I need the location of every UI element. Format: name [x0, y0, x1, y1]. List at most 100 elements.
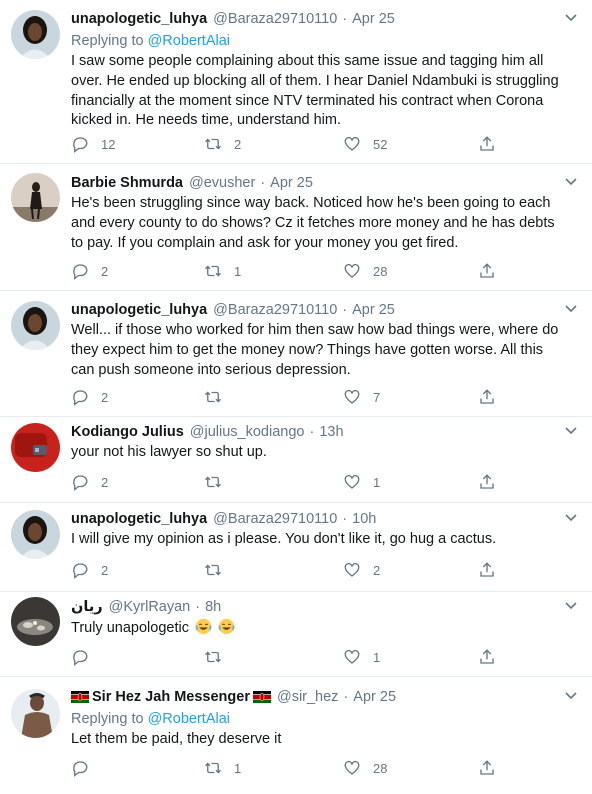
user-handle[interactable]: @Baraza29710110: [213, 10, 337, 28]
tweet-text: I will give my opinion as i please. You …: [71, 531, 497, 547]
reply-button[interactable]: 2: [71, 561, 108, 579]
tweet[interactable]: unapologetic_luhya @Baraza29710110 · 10h…: [0, 503, 592, 592]
tweet[interactable]: Barbie Shmurda @evusher · Apr 25 He's be…: [0, 164, 592, 291]
share-button[interactable]: [478, 388, 508, 406]
chevron-down-icon[interactable]: [564, 304, 578, 314]
timestamp[interactable]: 13h: [319, 423, 343, 441]
tweet[interactable]: unapologetic_luhya @Baraza29710110 · Apr…: [0, 0, 592, 164]
retweet-button[interactable]: [204, 388, 234, 406]
retweet-button[interactable]: [204, 561, 234, 579]
timestamp[interactable]: Apr 25: [270, 174, 313, 192]
kenya-flag-icon: [252, 691, 271, 703]
user-handle[interactable]: @evusher: [189, 174, 255, 192]
face-with-tears-of-joy-icon: [218, 618, 235, 635]
like-count: 1: [373, 474, 381, 490]
avatar[interactable]: [11, 510, 60, 559]
display-name[interactable]: Sir Hez Jah Messenger: [92, 688, 250, 706]
like-button[interactable]: 1: [343, 473, 380, 491]
display-name[interactable]: Kodiango Julius: [71, 423, 184, 441]
replying-to: Replying to @RobertAlai: [71, 32, 566, 50]
like-count: 2: [373, 562, 381, 578]
avatar[interactable]: [11, 597, 60, 646]
user-handle[interactable]: @Baraza29710110: [213, 510, 337, 528]
reply-count: 12: [101, 136, 116, 152]
avatar[interactable]: [11, 689, 60, 738]
like-button[interactable]: 28: [343, 759, 387, 777]
retweet-button[interactable]: [204, 648, 234, 666]
tweet[interactable]: unapologetic_luhya @Baraza29710110 · Apr…: [0, 291, 592, 417]
share-button[interactable]: [478, 648, 508, 666]
like-button[interactable]: 28: [343, 262, 387, 280]
display-name[interactable]: ريان: [71, 598, 103, 616]
mention-link[interactable]: @RobertAlai: [148, 33, 230, 49]
like-button[interactable]: 7: [343, 388, 380, 406]
avatar[interactable]: [11, 423, 60, 472]
display-name[interactable]: unapologetic_luhya: [71, 510, 207, 528]
retweet-button[interactable]: 2: [204, 135, 241, 153]
share-icon: [480, 562, 494, 577]
timestamp[interactable]: 10h: [352, 510, 376, 528]
reply-icon: [73, 264, 88, 280]
tweet[interactable]: Sir Hez Jah Messenger @sir_hez · Apr 25 …: [0, 677, 592, 794]
reply-button[interactable]: 2: [71, 473, 108, 491]
display-name[interactable]: unapologetic_luhya: [71, 301, 207, 319]
user-handle[interactable]: @sir_hez: [277, 688, 338, 706]
kenya-flag-icon: [71, 691, 89, 703]
share-button[interactable]: [478, 135, 508, 153]
timestamp[interactable]: Apr 25: [353, 688, 396, 706]
like-button[interactable]: 1: [343, 648, 380, 666]
share-icon: [480, 760, 494, 775]
chevron-down-icon[interactable]: [564, 177, 578, 187]
chevron-down-icon[interactable]: [564, 513, 578, 523]
timestamp[interactable]: Apr 25: [352, 10, 395, 28]
reply-button[interactable]: 12: [71, 135, 115, 153]
reply-button[interactable]: 2: [71, 262, 108, 280]
reply-icon: [73, 137, 88, 153]
share-icon: [480, 389, 494, 404]
tweet-text: I saw some people complaining about this…: [71, 53, 559, 129]
tweet[interactable]: Kodiango Julius @julius_kodiango · 13h y…: [0, 417, 592, 503]
replying-to-label: Replying to: [71, 33, 144, 49]
face-with-tears-of-joy-icon: [195, 618, 212, 635]
reply-icon: [73, 390, 88, 406]
user-handle[interactable]: @julius_kodiango: [190, 423, 305, 441]
chevron-down-icon[interactable]: [564, 601, 578, 611]
user-handle[interactable]: @Baraza29710110: [213, 301, 337, 319]
chevron-down-icon[interactable]: [564, 426, 578, 436]
share-icon: [480, 263, 494, 278]
share-button[interactable]: [478, 473, 508, 491]
avatar[interactable]: [11, 10, 60, 59]
avatar[interactable]: [11, 173, 60, 222]
timestamp[interactable]: Apr 25: [352, 301, 395, 319]
display-name[interactable]: unapologetic_luhya: [71, 10, 207, 28]
share-button[interactable]: [478, 561, 508, 579]
like-count: 7: [373, 389, 381, 405]
separator: ·: [342, 302, 348, 318]
chevron-down-icon[interactable]: [564, 13, 578, 23]
reply-button[interactable]: 2: [71, 388, 108, 406]
like-count: 1: [373, 649, 381, 665]
reply-button[interactable]: [71, 759, 101, 777]
share-icon: [480, 136, 494, 151]
heart-icon: [344, 263, 360, 278]
user-handle[interactable]: @KyrlRayan: [109, 598, 191, 616]
like-button[interactable]: 52: [343, 135, 387, 153]
chevron-down-icon[interactable]: [564, 691, 578, 701]
retweet-button[interactable]: 1: [204, 759, 241, 777]
tweet[interactable]: ريان @KyrlRayan · 8h Truly unapologetic: [0, 592, 592, 677]
share-button[interactable]: [478, 759, 508, 777]
timestamp[interactable]: 8h: [205, 598, 221, 616]
reply-count: 2: [101, 562, 109, 578]
like-button[interactable]: 2: [343, 561, 380, 579]
reply-button[interactable]: [71, 648, 101, 666]
display-name[interactable]: Barbie Shmurda: [71, 174, 183, 192]
mention-link[interactable]: @RobertAlai: [148, 711, 230, 727]
share-button[interactable]: [478, 262, 508, 280]
like-count: 28: [373, 263, 388, 279]
retweet-button[interactable]: [204, 473, 234, 491]
reply-icon: [73, 650, 88, 666]
retweet-button[interactable]: 1: [204, 262, 241, 280]
reply-count: 2: [101, 474, 109, 490]
like-count: 52: [373, 136, 388, 152]
avatar[interactable]: [11, 301, 60, 350]
